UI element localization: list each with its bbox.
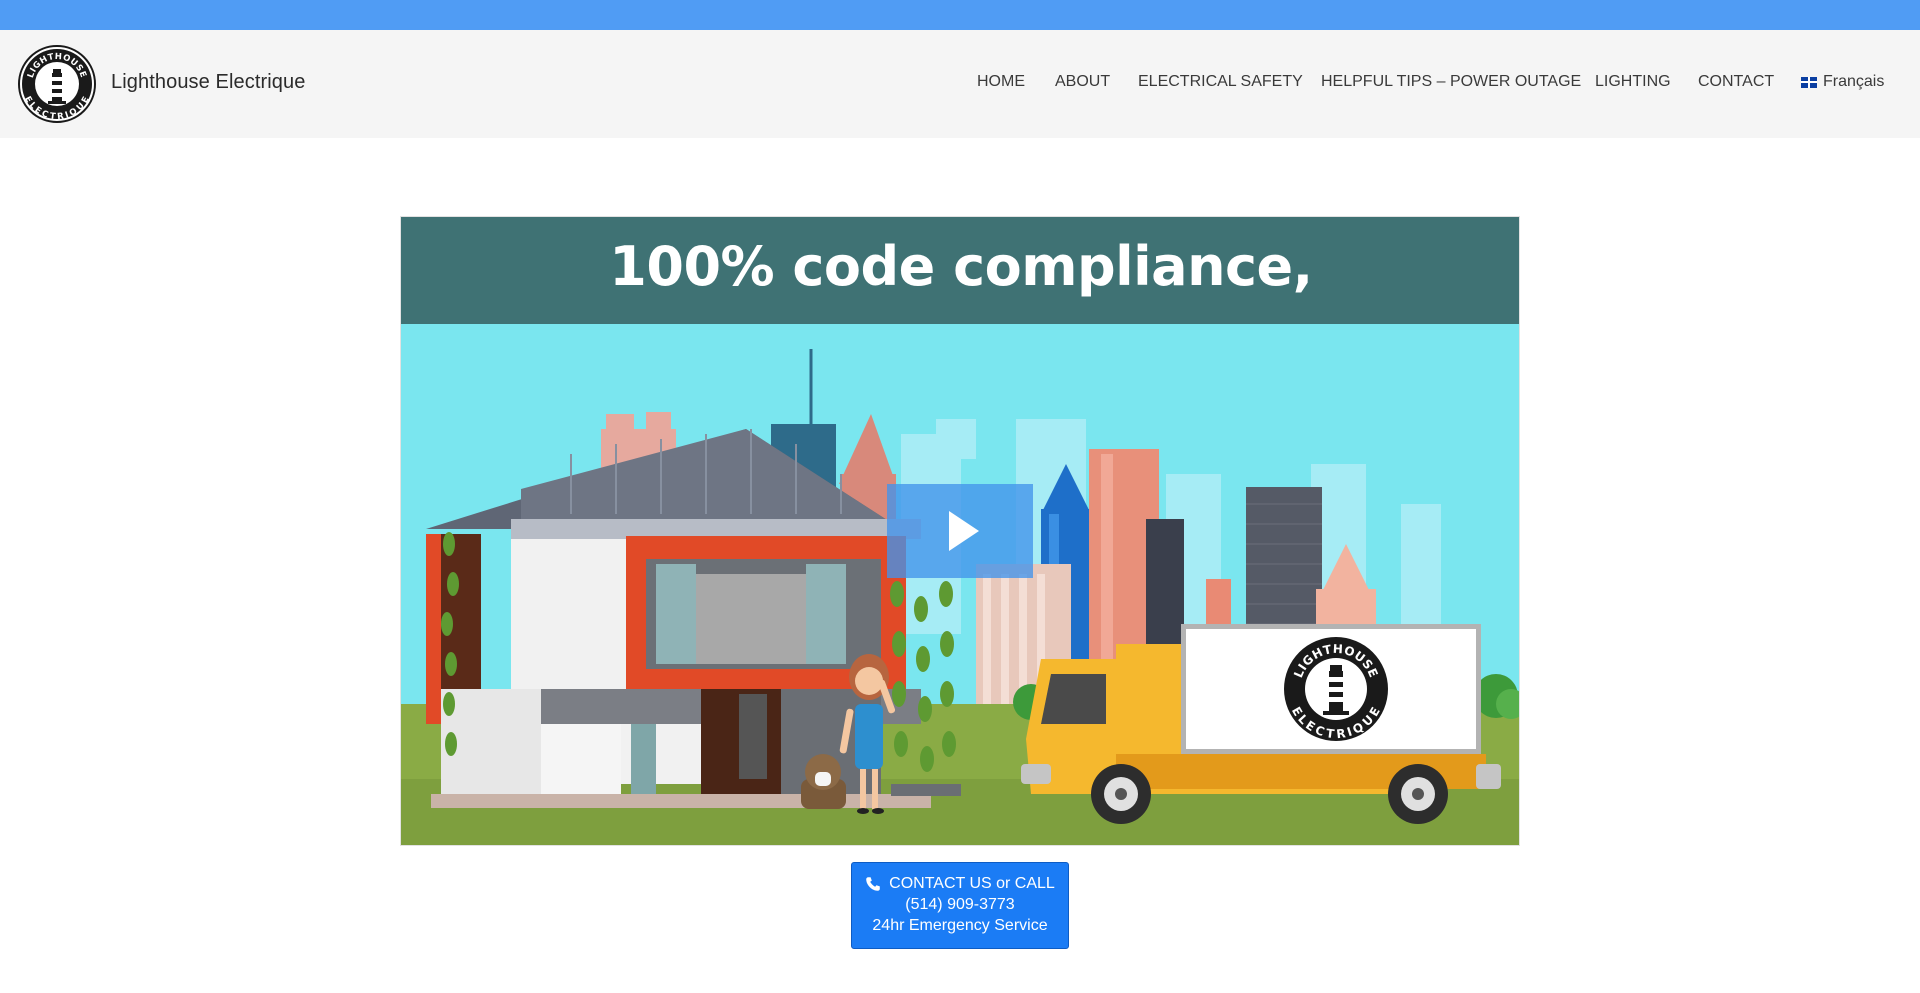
nav-about[interactable]: ABOUT [1055, 73, 1110, 91]
cta-emergency-text: 24hr Emergency Service [872, 917, 1048, 934]
top-strip [0, 0, 1920, 30]
nav-contact[interactable]: CONTACT [1698, 73, 1774, 91]
language-label: Français [1823, 73, 1885, 90]
main-nav: HOME ABOUT ELECTRICAL SAFETY HELPFUL TIP… [0, 73, 1920, 97]
video-banner: 100% code compliance, [401, 217, 1519, 324]
cta-phone-number: (514) 909-3773 [905, 896, 1015, 913]
site-header: LIGHTHOUSE ELECTRIQUE Lighthouse Electri… [0, 30, 1920, 138]
nav-electrical-safety[interactable]: ELECTRICAL SAFETY [1138, 73, 1303, 91]
nav-home[interactable]: HOME [977, 73, 1025, 91]
video-banner-text: 100% code compliance, [609, 235, 1313, 298]
video-play-button[interactable] [887, 484, 1033, 578]
truck-logo: LIGHTHOUSE ELECTRIQUE [1284, 637, 1388, 741]
video-thumbnail-scene: LIGHTHOUSE ELECTRIQUE [401, 324, 1519, 845]
play-icon [949, 511, 979, 551]
french-flag-icon [1801, 76, 1817, 88]
scene-illustration: LIGHTHOUSE ELECTRIQUE [401, 324, 1519, 845]
language-switcher[interactable]: Français [1801, 73, 1884, 91]
contact-call-button[interactable]: CONTACT US or CALL (514) 909-3773 24hr E… [851, 862, 1069, 949]
phone-icon [866, 876, 880, 891]
cta-line-1: CONTACT US or CALL [889, 875, 1055, 892]
nav-lighting[interactable]: LIGHTING [1595, 73, 1671, 91]
nav-helpful-tips[interactable]: HELPFUL TIPS – POWER OUTAGE [1321, 73, 1581, 91]
